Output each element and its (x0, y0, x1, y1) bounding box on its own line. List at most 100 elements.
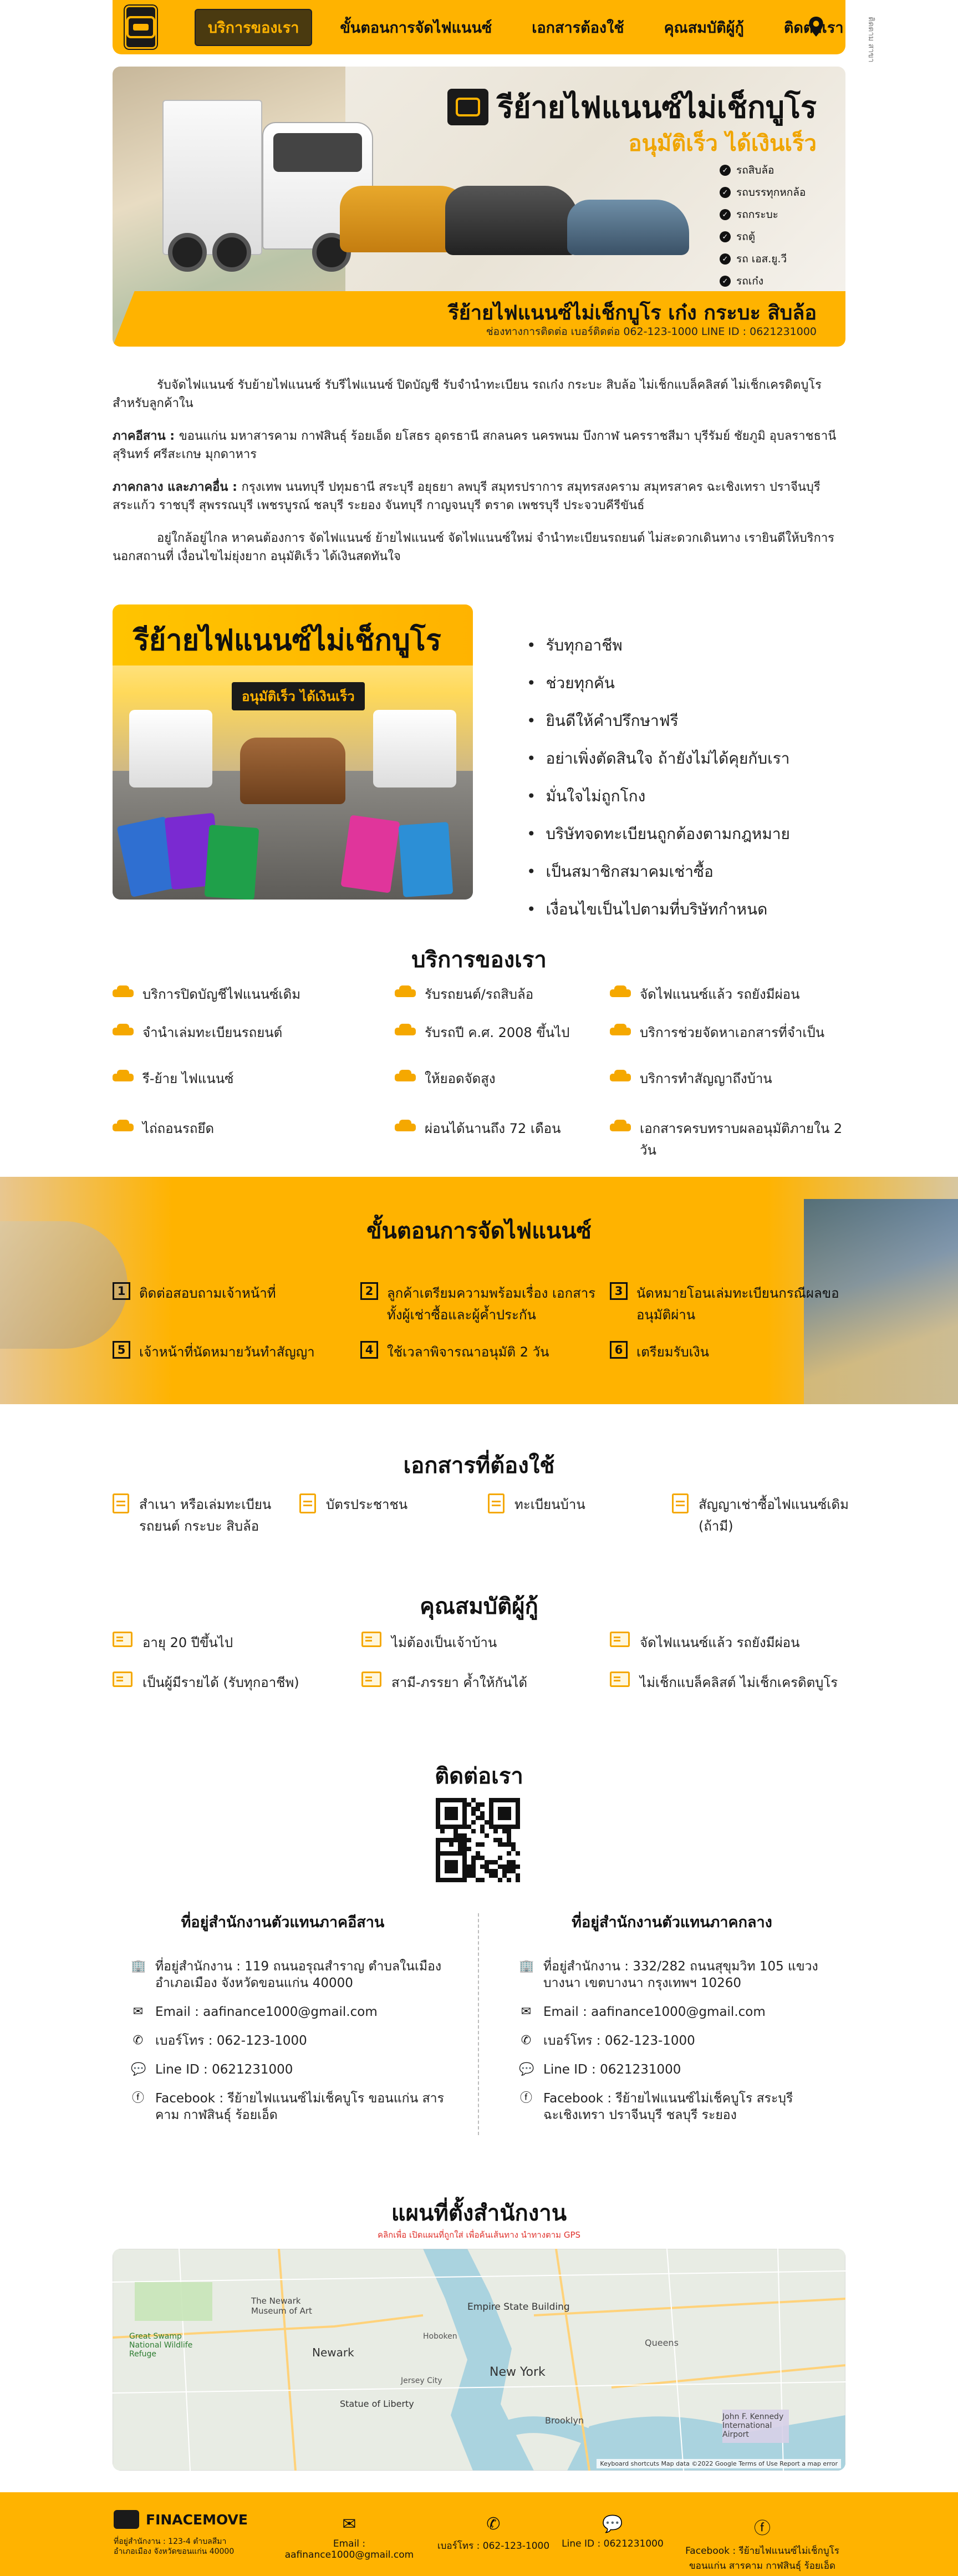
qr-module (449, 1838, 453, 1842)
footer-line[interactable]: 💬 Line ID : 0621231000 (554, 2514, 671, 2549)
qr-module (516, 1842, 520, 1847)
qr-module (502, 1802, 507, 1807)
check-icon: ✓ (720, 231, 731, 242)
map-label: Brooklyn (545, 2415, 584, 2426)
qr-module (458, 1811, 462, 1816)
qr-module (453, 1864, 458, 1869)
car-icon (113, 1070, 134, 1083)
qr-module (498, 1842, 502, 1847)
office-email[interactable]: ✉ Email : aafinance1000@gmail.com (131, 2004, 449, 2020)
map-attribution[interactable]: Keyboard shortcuts Map data ©2022 Google… (597, 2459, 841, 2468)
qr-module (489, 1842, 493, 1847)
qr-module (476, 1869, 480, 1873)
qualification-item: ไม่ต้องเป็นเจ้าบ้าน (361, 1632, 594, 1653)
qr-module (436, 1847, 440, 1851)
qr-module (502, 1864, 507, 1869)
nav-item-qualifications[interactable]: คุณสมบัติผู้กู้ (652, 10, 756, 45)
office-address: 🏢 ที่อยู่สำนักงาน : 119 ถนนอรุณสำราญ ตำบล… (131, 1959, 442, 1990)
qr-module (462, 1825, 467, 1829)
list-item: อย่าเพิ่งตัดสินใจ ถ้ายังไม่ได้คุยกับเรา (527, 746, 790, 771)
footer-email[interactable]: ✉ Email : aafinance1000@gmail.com (280, 2514, 419, 2560)
list-item: ยินดีให้คำปรึกษาฟรี (527, 709, 790, 733)
footer-phone[interactable]: ✆ เบอร์โทร : 062-123-1000 (430, 2514, 557, 2553)
qr-module (445, 1802, 449, 1807)
qr-module (458, 1873, 462, 1878)
site-logo[interactable] (125, 6, 157, 49)
qr-module (440, 1798, 445, 1802)
qr-module (498, 1860, 502, 1864)
qr-module (453, 1820, 458, 1825)
list-item: ✓ รถตู้ (720, 228, 806, 245)
service-item: รับรถยนต์/รถสิบล้อ (395, 983, 594, 1005)
qr-module (511, 1860, 516, 1864)
location-pin-icon[interactable] (809, 17, 823, 37)
logo-icon (126, 16, 155, 38)
footer-logo-icon (114, 2510, 139, 2529)
step-item: 1 ติดต่อสอบถามเจ้าหน้าที่ (113, 1282, 345, 1304)
qr-module (445, 1864, 449, 1869)
phone-icon: ✆ (521, 2034, 532, 2047)
qr-module (436, 1829, 440, 1833)
map-label: Jersey City (401, 2376, 442, 2385)
qr-module (449, 1829, 453, 1833)
qr-module (471, 1820, 476, 1825)
qr-module (440, 1820, 445, 1825)
qr-module (516, 1873, 520, 1878)
car-icon (113, 1120, 134, 1133)
qualification-item: จัดไฟแนนซ์แล้ว รถยังมีผ่อน (610, 1632, 848, 1653)
office-facebook[interactable]: ⓕ Facebook : รีย้ายไฟแนนซ์ไม่เช็คบูโร ขอน… (131, 2090, 449, 2123)
qr-module (489, 1878, 493, 1882)
qr-module (467, 1807, 471, 1811)
office-line[interactable]: 💬 Line ID : 0621231000 (519, 2061, 838, 2078)
qr-module (516, 1829, 520, 1833)
intro-paragraph: อยู่ใกล้อยู่ไกล หาคนต้องการ จัดไฟแนนซ์ ย… (113, 531, 834, 563)
id-card-icon (113, 1632, 133, 1647)
nav-item-documents[interactable]: เอกสารต้องใช้ (519, 10, 636, 45)
office-phone[interactable]: ✆ เบอร์โทร : 062-123-1000 (131, 2033, 449, 2049)
line-qr-code[interactable] (436, 1798, 520, 1882)
qr-module (493, 1856, 498, 1860)
qr-module (458, 1829, 462, 1833)
nav-item-services[interactable]: บริการของเรา (195, 8, 313, 46)
qr-module (485, 1842, 489, 1847)
document-icon (113, 1493, 129, 1513)
car-book-image (204, 825, 259, 900)
list-item: เป็นสมาชิกสมาคมเช่าซื้อ (527, 860, 790, 884)
qr-module (467, 1860, 471, 1864)
list-item: ✓ รถสิบล้อ (720, 162, 806, 179)
map-note: คลิกเพื่อ เปิดแผนที่ถูกใส่ เพื่อค้นเส้นท… (377, 2230, 581, 2240)
office-map[interactable]: Empire State Building The Newark Museum … (113, 2249, 845, 2471)
envelope-icon: ✉ (521, 2005, 532, 2019)
qr-module (467, 1842, 471, 1847)
hero-banner: รีย้ายไฟแนนซ์ไม่เช็กบูโร อนุมัติเร็ว ได้… (113, 67, 845, 347)
nav-item-steps[interactable]: ขั้นตอนการจัดไฟแนนซ์ (328, 10, 504, 45)
wheel-graphic (212, 233, 251, 272)
qr-module (489, 1798, 493, 1802)
office-email[interactable]: ✉ Email : aafinance1000@gmail.com (519, 2004, 838, 2020)
qr-module (493, 1842, 498, 1847)
office-facebook[interactable]: ⓕ Facebook : รีย้ายไฟแนนซ์ไม่เช็คบูโร สระ… (519, 2090, 838, 2123)
qr-module (471, 1856, 476, 1860)
hero-bottom-band: รีย้ายไฟแนนซ์ไม่เช็กบูโร เก๋ง กระบะ สิบล… (113, 291, 845, 347)
footer-facebook[interactable]: ⓕ Facebook : รีย้ายไฟแนนซ์ไม่เช็กบูโร ขอน… (679, 2514, 845, 2573)
car-icon (610, 1070, 631, 1083)
qr-module (453, 1860, 458, 1864)
qr-module (458, 1869, 462, 1873)
qr-module (467, 1820, 471, 1825)
qr-module (516, 1864, 520, 1869)
qr-module (498, 1829, 502, 1833)
office-phone[interactable]: ✆ เบอร์โทร : 062-123-1000 (519, 2033, 838, 2049)
qr-module (493, 1869, 498, 1873)
wheel-graphic (168, 233, 207, 272)
qr-module (498, 1807, 502, 1811)
qualification-item: อายุ 20 ปีขึ้นไป (113, 1632, 356, 1653)
qr-module (489, 1856, 493, 1860)
pickup-dark-image (445, 186, 578, 255)
qr-module (480, 1829, 485, 1833)
qr-module (489, 1820, 493, 1825)
qr-module (471, 1825, 476, 1829)
qr-module (445, 1856, 449, 1860)
office-line[interactable]: 💬 Line ID : 0621231000 (131, 2061, 449, 2078)
facebook-icon: ⓕ (519, 2091, 532, 2105)
phone-icon: ✆ (133, 2034, 144, 2047)
